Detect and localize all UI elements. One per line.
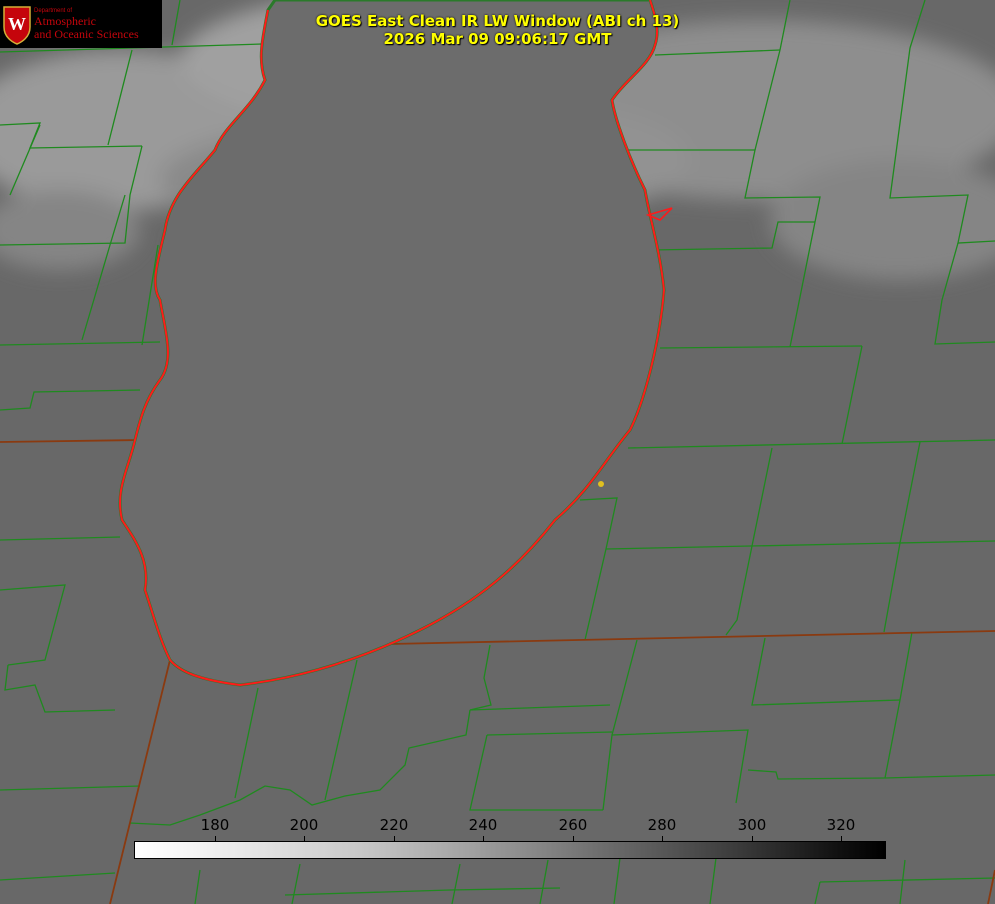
colorbar-tick: 240 <box>468 816 498 834</box>
colorbar-tick: 280 <box>647 816 677 834</box>
image-title: GOES East Clean IR LW Window (ABI ch 13) <box>315 12 680 30</box>
image-timestamp: 2026 Mar 09 09:06:17 GMT <box>383 30 612 48</box>
colorbar-tick: 300 <box>737 816 767 834</box>
crest-icon: W <box>3 6 31 45</box>
satellite-map <box>0 0 995 904</box>
colorbar-gradient <box>134 841 886 859</box>
colorbar-tick: 320 <box>826 816 856 834</box>
colorbar-tick: 180 <box>200 816 230 834</box>
colorbar-tick: 220 <box>379 816 409 834</box>
colorbar-tick: 260 <box>558 816 588 834</box>
colorbar-tick: 200 <box>289 816 319 834</box>
logo-line2: and Oceanic Sciences <box>34 27 139 41</box>
crest-letter: W <box>8 14 26 34</box>
location-marker <box>598 481 604 487</box>
uw-aos-logo: W Department of Atmospheric and Oceanic … <box>0 0 162 48</box>
